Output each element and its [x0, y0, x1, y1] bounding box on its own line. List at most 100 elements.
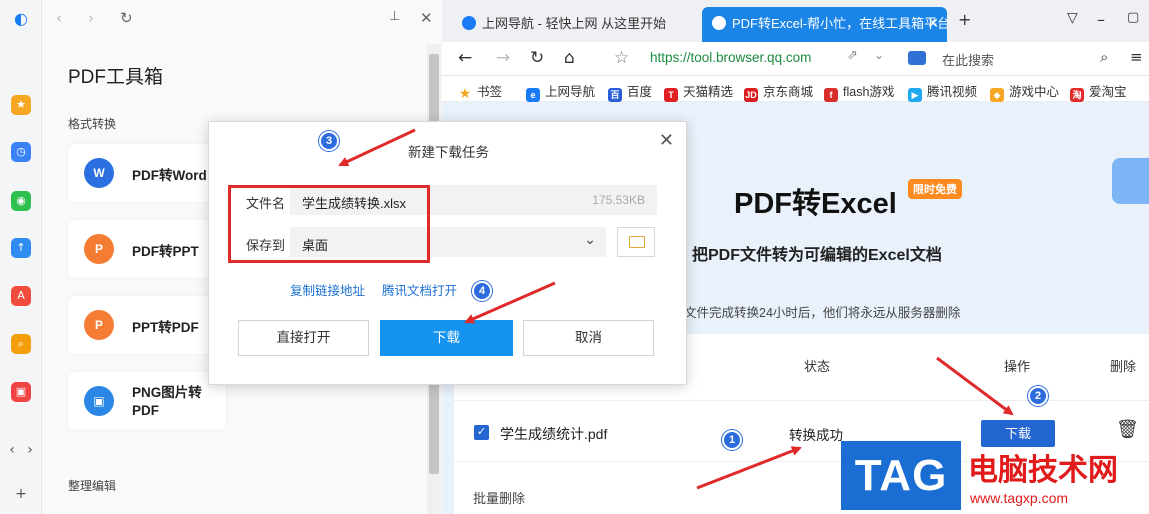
- video-icon: ▶: [908, 88, 922, 102]
- batch-delete-button[interactable]: 批量删除: [473, 488, 525, 507]
- free-badge: 限时免费: [908, 179, 962, 199]
- bookmark-label: 书签: [477, 85, 503, 99]
- pdf-tool-icon[interactable]: A: [11, 286, 31, 306]
- header-action: 操作: [1004, 359, 1031, 374]
- home-icon[interactable]: ⌂: [564, 48, 575, 68]
- download-confirm-button[interactable]: 下载: [380, 320, 513, 356]
- minimize-icon[interactable]: –: [1097, 10, 1105, 29]
- bookmark-label: flash游戏: [843, 85, 895, 99]
- bookmark-item[interactable]: 百百度: [608, 81, 652, 102]
- menu-icon[interactable]: ≡: [1130, 48, 1143, 66]
- ocr-tool-icon[interactable]: ▣: [11, 382, 31, 402]
- search-tool-icon[interactable]: ⌕: [11, 334, 31, 354]
- panel-header: ‹ › ↻ ⊥ ✕: [42, 0, 442, 36]
- section-organize-edit: 整理编辑: [68, 479, 117, 493]
- cancel-button[interactable]: 取消: [523, 320, 654, 356]
- tab-label: 上网导航 - 轻快上网 从这里开始: [482, 16, 667, 31]
- bookmark-star-icon[interactable]: ☆: [614, 48, 629, 68]
- bookmark-label: 京东商城: [763, 85, 814, 99]
- tab-navigation[interactable]: 上网导航 - 轻快上网 从这里开始: [462, 7, 697, 42]
- retention-notice: 文件完成转换24小时后，他们将永远从服务器删除: [684, 306, 961, 320]
- rail-back-icon[interactable]: ‹: [5, 440, 19, 460]
- search-input[interactable]: 在此搜索: [942, 50, 994, 69]
- dialog-close-icon[interactable]: ✕: [659, 130, 674, 151]
- bookmark-item[interactable]: ◆ 游戏中心: [990, 81, 1059, 102]
- wechat-icon[interactable]: ◉: [11, 191, 31, 211]
- panel-refresh-icon[interactable]: ↻: [120, 9, 133, 27]
- baidu-icon: 百: [608, 88, 622, 102]
- watermark-url: www.tagxp.com: [970, 490, 1069, 506]
- address-input[interactable]: https://tool.browser.qq.com: [650, 50, 826, 65]
- search-engine-icon[interactable]: [908, 51, 926, 65]
- tab-pdf-excel[interactable]: PDF转Excel-帮小忙，在线工具箱平台 ✕: [702, 7, 947, 42]
- tool-ppt-to-pdf[interactable]: P PPT转PDF: [68, 296, 226, 354]
- ppt-icon: P: [84, 234, 114, 264]
- step-badge-4: 4: [472, 281, 492, 301]
- bookmark-item[interactable]: f flash游戏: [824, 81, 894, 102]
- qq-browser-logo-icon[interactable]: ◐: [11, 9, 31, 29]
- panel-close-icon[interactable]: ✕: [420, 9, 433, 27]
- maximize-icon[interactable]: ▢: [1127, 10, 1139, 25]
- search-icon[interactable]: ⌕: [1100, 48, 1108, 66]
- header-delete: 删除: [1110, 359, 1137, 374]
- watermark-site-name: 电脑技术网: [968, 454, 1118, 487]
- file-name: 学生成绩统计.pdf: [500, 426, 608, 442]
- bookmark-item[interactable]: T 天猫精选: [664, 81, 733, 102]
- banner-button[interactable]: [1112, 158, 1149, 204]
- trash-icon[interactable]: 🗑: [1116, 419, 1139, 440]
- tab-label: PDF转Excel-帮小忙，在线工具箱平台: [732, 16, 947, 31]
- shirt-theme-icon[interactable]: ▽: [1067, 10, 1078, 26]
- watermark-logo: TAG: [841, 441, 961, 510]
- tab-bar: 上网导航 - 轻快上网 从这里开始 PDF转Excel-帮小忙，在线工具箱平台 …: [442, 0, 1149, 42]
- bookmarks-bar: ★ 书签 e 上网导航 百百度 T 天猫精选 JD 京东商城 f flash游戏 ▶ 腾讯视…: [442, 76, 1149, 102]
- cloud-icon[interactable]: ↑: [11, 238, 31, 258]
- tab-close-icon[interactable]: ✕: [927, 7, 939, 40]
- highlight-box: [228, 185, 430, 263]
- file-status: 转换成功: [789, 428, 843, 443]
- bookmark-item[interactable]: ▶ 腾讯视频: [908, 81, 977, 102]
- browse-folder-button[interactable]: [617, 227, 655, 257]
- history-icon[interactable]: ◷: [11, 142, 31, 162]
- reload-icon[interactable]: ↻: [530, 48, 544, 68]
- bookmark-label: 爱淘宝: [1089, 85, 1127, 99]
- tool-png-to-pdf[interactable]: ▣ PNG图片转PDF: [68, 372, 226, 430]
- bookmark-item[interactable]: JD 京东商城: [744, 81, 813, 102]
- rail-forward-icon[interactable]: ›: [23, 440, 37, 460]
- jd-icon: JD: [744, 88, 758, 102]
- tool-label: PPT转PDF: [132, 320, 199, 335]
- back-icon[interactable]: ←: [458, 48, 472, 68]
- tool-label: PDF转PPT: [132, 244, 199, 259]
- download-button[interactable]: 下载: [981, 420, 1055, 447]
- game-icon: ◆: [990, 88, 1004, 102]
- bookmark-label: 天猫精选: [683, 85, 734, 99]
- share-icon[interactable]: ⇗: [847, 48, 858, 63]
- tool-pdf-to-ppt[interactable]: P PDF转PPT: [68, 220, 226, 278]
- copy-link-button[interactable]: 复制链接地址: [290, 280, 365, 299]
- pin-icon[interactable]: ⊥: [389, 9, 400, 24]
- hero-subtitle: 把PDF文件转为可编辑的Excel文档: [692, 247, 942, 264]
- navigation-icon: e: [526, 88, 540, 102]
- bookmark-label: 百度: [627, 85, 653, 99]
- image-icon: ▣: [84, 386, 114, 416]
- bookmark-item[interactable]: e 上网导航: [526, 81, 595, 102]
- tool-pdf-to-word[interactable]: W PDF转Word: [68, 144, 226, 202]
- taobao-icon: 淘: [1070, 88, 1084, 102]
- favorites-icon[interactable]: ★: [11, 95, 31, 115]
- panel-back-icon[interactable]: ‹: [56, 9, 62, 27]
- navigation-icon: [462, 16, 476, 30]
- file-size: 175.53KB: [592, 193, 645, 207]
- bookmark-item[interactable]: ★ 书签: [458, 81, 502, 100]
- forward-icon[interactable]: →: [496, 48, 510, 68]
- panel-forward-icon[interactable]: ›: [88, 9, 94, 27]
- tool-label: PDF转Word: [132, 168, 207, 183]
- tencent-docs-open-button[interactable]: 腾讯文档打开: [382, 280, 457, 299]
- rail-add-icon[interactable]: +: [11, 484, 31, 504]
- bookmark-item[interactable]: 淘爱淘宝: [1070, 81, 1127, 102]
- dropdown-chevron-icon[interactable]: ⌄: [874, 48, 884, 62]
- step-badge-1: 1: [722, 430, 742, 450]
- tool-site-icon: [712, 16, 726, 30]
- bookmark-label: 游戏中心: [1009, 85, 1060, 99]
- new-tab-icon[interactable]: +: [958, 10, 971, 29]
- open-directly-button[interactable]: 直接打开: [238, 320, 369, 356]
- row-checkbox[interactable]: ✓: [474, 425, 489, 440]
